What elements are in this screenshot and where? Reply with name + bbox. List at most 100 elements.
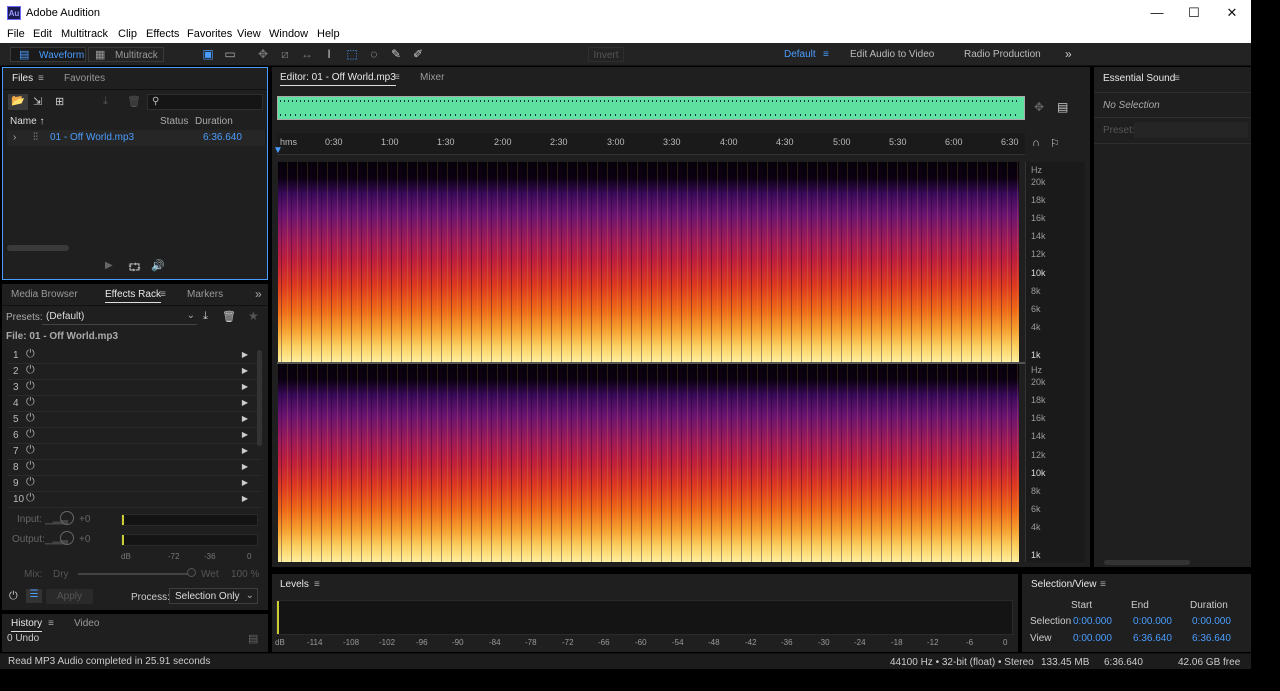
- history-clear-icon[interactable]: ▤: [248, 632, 258, 645]
- close-file-icon[interactable]: 🗑: [127, 95, 141, 108]
- multitrack-view-button[interactable]: ▦ Multitrack: [88, 47, 164, 62]
- selection-end[interactable]: 0:00.000: [1133, 616, 1172, 627]
- tab-markers[interactable]: Markers: [187, 289, 223, 300]
- history-menu-icon[interactable]: ≡: [48, 618, 54, 629]
- process-dropdown[interactable]: Selection Only ⌄: [169, 588, 258, 604]
- slot-arrow-icon[interactable]: ▶: [242, 382, 248, 391]
- selection-view-menu-icon[interactable]: ≡: [1100, 579, 1106, 590]
- spectral-display-left-channel[interactable]: [278, 162, 1019, 362]
- show-spectral-display-icon[interactable]: ▣: [201, 47, 215, 61]
- selection-duration[interactable]: 0:00.000: [1192, 616, 1231, 627]
- razor-tool-icon[interactable]: ⧄: [278, 47, 292, 61]
- slot-arrow-icon[interactable]: ▶: [242, 446, 248, 455]
- effect-slot[interactable]: 9 ⏻ ▶: [8, 476, 260, 492]
- column-name[interactable]: Name ↑: [10, 116, 44, 127]
- tab-favorites[interactable]: Favorites: [64, 73, 105, 84]
- menu-file[interactable]: File: [7, 28, 25, 40]
- menu-view[interactable]: View: [237, 28, 261, 40]
- tab-mixer[interactable]: Mixer: [420, 72, 444, 83]
- menu-multitrack[interactable]: Multitrack: [61, 28, 108, 40]
- power-icon[interactable]: ⏻: [26, 396, 35, 409]
- presets-dropdown[interactable]: (Default) ⌄: [42, 309, 197, 325]
- slot-list-scrollbar[interactable]: [257, 350, 262, 446]
- effect-slot[interactable]: 8 ⏻ ▶: [8, 460, 260, 476]
- column-status[interactable]: Status: [160, 116, 188, 127]
- show-spectral-pitch-icon[interactable]: ▭: [223, 47, 237, 61]
- power-icon[interactable]: ⏻: [26, 348, 35, 361]
- power-icon[interactable]: ⏻: [26, 412, 35, 425]
- editor-options-icon[interactable]: ▤: [1057, 100, 1068, 114]
- menu-help[interactable]: Help: [317, 28, 340, 40]
- favorite-star-icon[interactable]: ★: [248, 309, 259, 323]
- workspace-menu-icon[interactable]: ≡: [823, 47, 829, 62]
- new-file-icon[interactable]: ⊞: [55, 95, 64, 108]
- menu-edit[interactable]: Edit: [33, 28, 52, 40]
- history-entry[interactable]: 0 Undo: [7, 633, 39, 644]
- spectral-display-right-channel[interactable]: [278, 364, 1019, 562]
- effect-slot[interactable]: 10 ⏻ ▶: [8, 492, 260, 508]
- time-selection-tool-icon[interactable]: I: [322, 47, 336, 61]
- invert-button[interactable]: Invert: [588, 47, 624, 62]
- output-gain-knob[interactable]: [60, 531, 74, 545]
- move-tool-icon[interactable]: ✥: [256, 47, 270, 61]
- slot-arrow-icon[interactable]: ▶: [242, 414, 248, 423]
- more-panels-icon[interactable]: »: [255, 287, 262, 301]
- column-duration[interactable]: Duration: [195, 116, 233, 127]
- effect-slot[interactable]: 5 ⏻ ▶: [8, 412, 260, 428]
- open-file-icon[interactable]: 📂: [8, 94, 28, 110]
- overview-waveform[interactable]: [277, 96, 1025, 120]
- power-icon[interactable]: ⏻: [26, 492, 35, 505]
- effect-slot[interactable]: 1 ⏻ ▶: [8, 348, 260, 364]
- power-icon[interactable]: ⏻: [26, 364, 35, 377]
- slot-arrow-icon[interactable]: ▶: [242, 350, 248, 359]
- loop-preview-icon[interactable]: ⮔: [128, 259, 141, 278]
- expand-chevron-icon[interactable]: ›: [13, 132, 16, 143]
- status-format[interactable]: 44100 Hz • 32-bit (float) • Stereo: [890, 657, 1034, 668]
- essential-sound-menu-icon[interactable]: ≡: [1174, 73, 1180, 84]
- power-icon[interactable]: ⏻: [26, 476, 35, 489]
- minimize-button[interactable]: —: [1138, 0, 1176, 26]
- maximize-button[interactable]: ☐: [1175, 0, 1213, 26]
- essential-sound-scrollbar[interactable]: [1104, 560, 1190, 565]
- rack-power-icon[interactable]: ⏻: [9, 590, 18, 603]
- files-panel-menu-icon[interactable]: ≡: [38, 73, 44, 84]
- tab-effects-rack[interactable]: Effects Rack: [105, 289, 161, 303]
- import-file-icon[interactable]: ⇲: [33, 95, 42, 108]
- slot-arrow-icon[interactable]: ▶: [242, 398, 248, 407]
- save-icon[interactable]: ⤓: [103, 95, 108, 108]
- workspace-edit-audio-to-video[interactable]: Edit Audio to Video: [850, 47, 934, 62]
- waveform-view-button[interactable]: ▤ Waveform: [10, 47, 86, 62]
- effect-slot[interactable]: 6 ⏻ ▶: [8, 428, 260, 444]
- power-icon[interactable]: ⏻: [26, 380, 35, 393]
- power-icon[interactable]: ⏻: [26, 428, 35, 441]
- view-duration[interactable]: 6:36.640: [1192, 633, 1231, 644]
- input-gain-knob[interactable]: [60, 511, 74, 525]
- playhead-icon[interactable]: ▼: [273, 145, 283, 156]
- slot-arrow-icon[interactable]: ▶: [242, 462, 248, 471]
- editor-menu-icon[interactable]: ≡: [394, 72, 400, 83]
- effect-slot[interactable]: 3 ⏻ ▶: [8, 380, 260, 396]
- save-preset-icon[interactable]: ⤓: [203, 310, 208, 323]
- snap-magnet-icon[interactable]: ∩: [1032, 137, 1040, 149]
- close-button[interactable]: ✕: [1213, 0, 1251, 26]
- auto-play-icon[interactable]: 🔊: [151, 259, 165, 272]
- view-end[interactable]: 6:36.640: [1133, 633, 1172, 644]
- effects-rack-menu-icon[interactable]: ≡: [160, 289, 166, 300]
- marker-pin-icon[interactable]: ⚐: [1050, 137, 1060, 150]
- view-start[interactable]: 0:00.000: [1073, 633, 1112, 644]
- menu-effects[interactable]: Effects: [146, 28, 179, 40]
- effect-slot[interactable]: 2 ⏻ ▶: [8, 364, 260, 380]
- more-workspaces-icon[interactable]: »: [1065, 47, 1072, 62]
- marquee-selection-tool-icon[interactable]: ⬚: [345, 47, 359, 61]
- tab-editor[interactable]: Editor: 01 - Off World.mp3: [280, 72, 396, 86]
- tab-files[interactable]: Files: [12, 73, 33, 84]
- preset-dropdown[interactable]: [1134, 122, 1248, 138]
- apply-button[interactable]: Apply: [46, 589, 93, 604]
- mix-slider-handle[interactable]: [187, 568, 196, 577]
- brush-selection-tool-icon[interactable]: ✎: [389, 47, 403, 61]
- power-icon[interactable]: ⏻: [26, 460, 35, 473]
- spot-healing-brush-icon[interactable]: ✐: [411, 47, 425, 61]
- effect-list-icon[interactable]: ☰: [26, 589, 42, 603]
- tab-media-browser[interactable]: Media Browser: [11, 289, 78, 300]
- menu-clip[interactable]: Clip: [118, 28, 137, 40]
